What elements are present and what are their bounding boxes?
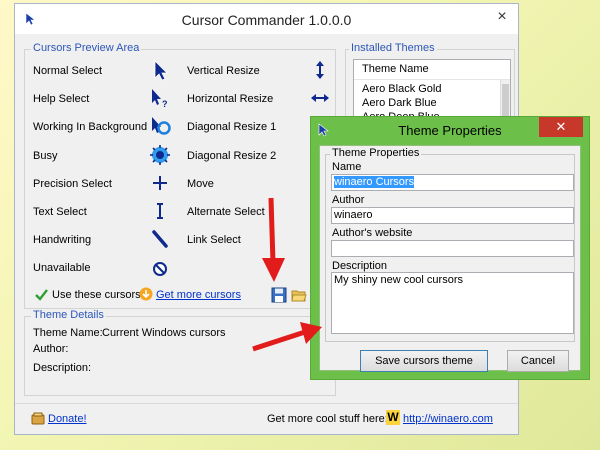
save-cursors-theme-button[interactable]: Save cursors theme xyxy=(360,350,488,372)
theme-name-column-header[interactable]: Theme Name xyxy=(354,60,510,80)
cursor-label: Precision Select xyxy=(33,177,112,190)
description-field-label: Description xyxy=(332,260,388,272)
author-label: Author: xyxy=(33,343,69,355)
horizontal-resize-cursor-icon[interactable] xyxy=(309,87,331,109)
donate-link[interactable]: Donate! xyxy=(48,413,87,425)
checkmark-icon xyxy=(35,289,48,301)
cursor-label: Handwriting xyxy=(33,234,92,247)
dialog-close-button[interactable]: ✕ xyxy=(539,117,583,137)
installed-themes-legend: Installed Themes xyxy=(349,42,437,54)
cursor-label: Busy xyxy=(33,149,58,162)
cursor-label: Vertical Resize xyxy=(187,65,260,77)
author-field[interactable]: winaero xyxy=(331,207,574,224)
name-label: Name xyxy=(332,161,362,173)
cursor-label: Working In Background xyxy=(33,121,148,134)
dialog-body: Theme Properties Name winaero Cursors Au… xyxy=(319,145,581,372)
winaero-logo: W xyxy=(386,410,400,425)
cursor-label: Alternate Select xyxy=(187,206,265,218)
winaero-site-link[interactable]: http://winaero.com xyxy=(403,413,493,425)
unavailable-cursor-icon[interactable] xyxy=(149,256,171,278)
get-more-cursors-link[interactable]: Get more cursors xyxy=(156,289,241,301)
help-cursor-icon[interactable]: ? xyxy=(149,87,171,109)
footer-separator xyxy=(15,403,518,404)
donate-icon xyxy=(31,412,45,425)
save-theme-icon[interactable] xyxy=(271,287,287,303)
cursor-label: Help Select xyxy=(33,93,90,106)
working-cursor-icon[interactable] xyxy=(149,115,171,137)
theme-list-item[interactable]: Aero Black Gold xyxy=(354,83,510,97)
get-more-stuff-text: Get more cool stuff here: xyxy=(267,413,388,425)
theme-properties-legend: Theme Properties xyxy=(330,147,422,159)
svg-text:?: ? xyxy=(162,99,168,109)
window-close-button[interactable]: × xyxy=(494,9,510,26)
cursor-label: Text Select xyxy=(33,206,87,218)
cursors-preview-legend: Cursors Preview Area xyxy=(31,42,142,54)
pen-cursor-icon[interactable] xyxy=(149,228,171,250)
theme-details-legend: Theme Details xyxy=(31,309,106,321)
cursor-label: Normal Select xyxy=(33,65,103,77)
window-title: Cursor Commander 1.0.0.0 xyxy=(181,12,352,28)
title-bar[interactable]: Cursor Commander 1.0.0.0 × xyxy=(15,4,518,34)
cursor-label: Horizontal Resize xyxy=(187,93,274,106)
ibeam-cursor-icon[interactable] xyxy=(149,200,171,222)
name-value: winaero Cursors xyxy=(334,176,415,188)
cursor-label: Move xyxy=(187,177,214,190)
cursor-label: Diagonal Resize 1 xyxy=(187,121,277,134)
busy-cursor-icon[interactable] xyxy=(149,144,171,166)
theme-list-item[interactable]: Aero Dark Blue xyxy=(354,97,510,111)
arrow-cursor-icon[interactable] xyxy=(149,59,171,81)
open-folder-icon[interactable] xyxy=(291,287,307,303)
theme-properties-dialog: Theme Properties ✕ Theme Properties Name… xyxy=(310,116,590,380)
cursor-label: Diagonal Resize 2 xyxy=(187,149,277,162)
download-icon xyxy=(139,287,153,301)
theme-name-label: Theme Name: xyxy=(33,327,103,339)
crosshair-cursor-icon[interactable] xyxy=(149,172,171,194)
description-label: Description: xyxy=(33,362,92,374)
use-these-cursors-button[interactable]: Use these cursors xyxy=(52,289,141,301)
name-field[interactable]: winaero Cursors xyxy=(331,174,574,191)
cursor-label: Unavailable xyxy=(33,262,91,275)
website-field[interactable] xyxy=(331,240,574,257)
cursor-label: Link Select xyxy=(187,234,241,247)
description-field[interactable]: My shiny new cool cursors xyxy=(331,272,574,334)
website-label: Author's website xyxy=(332,227,413,239)
vertical-resize-cursor-icon[interactable] xyxy=(309,59,331,81)
author-field-label: Author xyxy=(332,194,365,206)
theme-name-value: Current Windows cursors xyxy=(102,327,226,339)
cancel-button[interactable]: Cancel xyxy=(507,350,569,372)
